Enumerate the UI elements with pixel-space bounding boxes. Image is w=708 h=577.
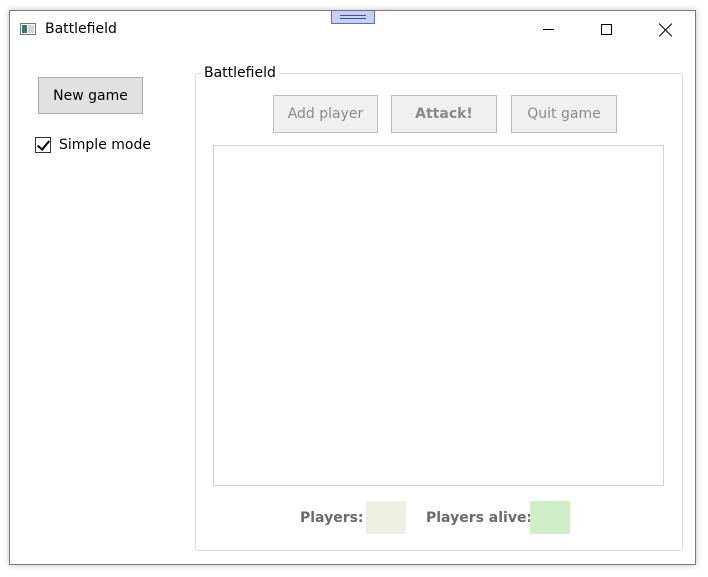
new-game-button[interactable]: New game — [38, 77, 143, 114]
maximize-button[interactable] — [577, 11, 635, 49]
simple-mode-label[interactable]: Simple mode — [59, 137, 151, 153]
window-title: Battlefield — [45, 21, 117, 37]
close-icon — [659, 23, 673, 37]
attack-button[interactable]: Attack! — [391, 95, 497, 133]
maximize-icon — [601, 24, 612, 35]
players-count-box — [366, 501, 406, 534]
main-window: Battlefield New game Simple mode Battlef… — [9, 10, 696, 565]
players-alive-count-box — [530, 501, 570, 534]
quit-game-button[interactable]: Quit game — [511, 95, 617, 133]
players-label: Players: — [300, 510, 364, 526]
simple-mode-checkbox[interactable] — [35, 137, 51, 153]
players-alive-label: Players alive: — [426, 510, 533, 526]
battlefield-group-title: Battlefield — [201, 65, 279, 81]
add-player-button[interactable]: Add player — [273, 95, 378, 133]
minimize-button[interactable] — [519, 11, 577, 49]
drag-handle[interactable] — [331, 10, 375, 24]
battlefield-area[interactable] — [213, 145, 664, 486]
title-bar[interactable]: Battlefield — [10, 10, 695, 49]
simple-mode-row[interactable]: Simple mode — [35, 136, 151, 154]
minimize-icon — [543, 29, 554, 30]
close-button[interactable] — [636, 11, 694, 49]
app-window-icon — [20, 23, 36, 35]
